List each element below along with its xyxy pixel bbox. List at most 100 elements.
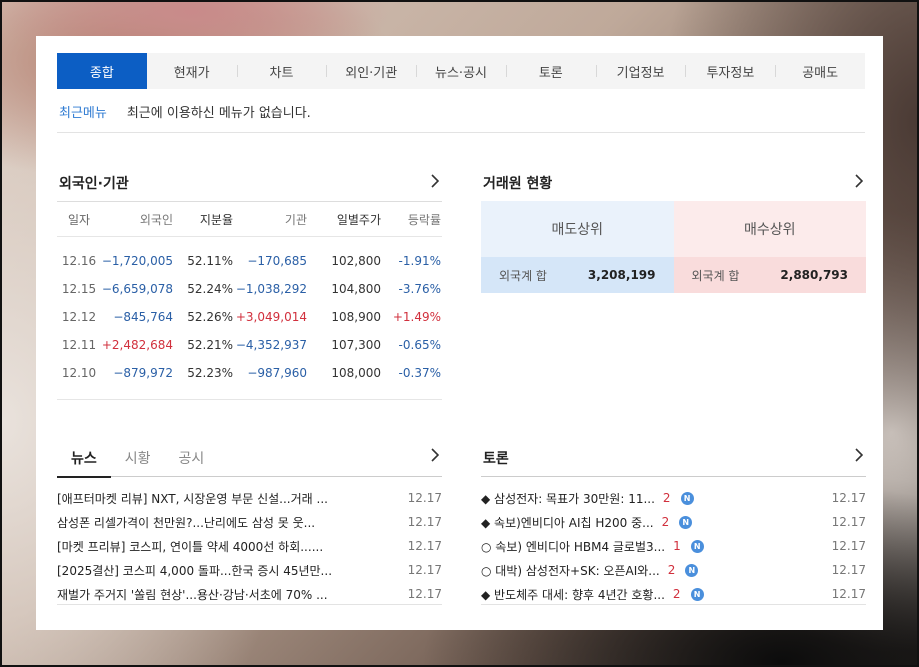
tab-foreign-institution[interactable]: 외인·기관 [326, 53, 416, 89]
news-date: 12.17 [407, 491, 442, 505]
list-item[interactable]: 재벌가 주거지 '쏠림 현상'...용산·강남·서초에 70% ... 12.1… [57, 582, 442, 606]
news-title[interactable]: [마켓 프리뷰] 코스피, 연이틀 약세 4000선 하회...... [57, 538, 402, 555]
cell-foreign: −879,972 [113, 366, 173, 380]
chevron-right-icon[interactable] [431, 448, 441, 462]
tab-investment-info[interactable]: 투자정보 [685, 53, 775, 89]
comment-count: 2 [661, 515, 670, 529]
cell-ratio: 52.26% [187, 310, 233, 324]
comment-count: 2 [672, 587, 681, 601]
top-buyers-label: 매수상위 [673, 201, 866, 257]
table-row: 12.11 +2,482,684 52.21% −4,352,937 107,3… [57, 331, 442, 359]
news-title[interactable]: [2025결산] 코스피 4,000 돌파...한국 증시 45년만... [57, 562, 402, 579]
cell-change: +1.49% [392, 310, 441, 324]
new-badge-icon: N [690, 539, 704, 553]
comment-count: 1 [673, 539, 681, 553]
news-list: [애프터마켓 리뷰] NXT, 시장운영 부문 신설...거래 ... 12.1… [57, 486, 442, 606]
news-tabs: 뉴스 시황 공시 [57, 439, 442, 478]
discussion-date: 12.17 [831, 563, 866, 577]
foreign-total-label: 외국계 합 [499, 268, 547, 283]
discussion-title[interactable]: ○ 속보) 엔비디아 HBM4 글로벌3... [481, 538, 665, 555]
top-sellers-label: 매도상위 [481, 201, 674, 257]
top-buyers: 매수상위 외국계 합 2,880,793 [673, 201, 866, 295]
discussion-title[interactable]: ○ 대박) 삼성전자+SK: 오픈AI와... [481, 562, 660, 579]
tab-news[interactable]: 뉴스 [57, 439, 111, 478]
chevron-right-icon[interactable] [855, 448, 865, 462]
foreign-total-value: 3,208,199 [587, 268, 656, 282]
tab-short-selling[interactable]: 공매도 [775, 53, 865, 89]
cell-foreign: −845,764 [113, 310, 173, 324]
top-sellers: 매도상위 외국계 합 3,208,199 [481, 201, 674, 295]
list-item[interactable]: ○ 대박) 삼성전자+SK: 오픈AI와... 2 N 12.17 [481, 558, 866, 582]
cell-date: 12.10 [61, 366, 97, 380]
cell-date: 12.15 [61, 282, 97, 296]
discussion-date: 12.17 [831, 539, 866, 553]
tab-chart[interactable]: 차트 [236, 53, 327, 89]
list-item[interactable]: ○ 속보) 엔비디아 HBM4 글로벌3... 1 N 12.17 [481, 534, 866, 558]
table-row: 12.12 −845,764 52.26% +3,049,014 108,900… [57, 303, 442, 331]
cell-date: 12.16 [61, 254, 97, 268]
tab-disclosure[interactable]: 공시 [165, 439, 219, 477]
discussion-date: 12.17 [831, 491, 866, 505]
broker-section-title[interactable]: 거래원 현황 [483, 173, 552, 193]
recent-menu: 최근메뉴 최근에 이용하신 메뉴가 없습니다. [59, 102, 311, 121]
tab-market[interactable]: 시황 [111, 439, 165, 477]
stock-tabs: 종합 현재가 차트 외인·기관 뉴스·공시 토론 기업정보 투자정보 공매도 [57, 53, 865, 89]
divider [57, 604, 442, 605]
cell-ratio: 52.11% [187, 254, 233, 268]
list-item[interactable]: ◆ 속보)엔비디아 AI칩 H200 중... 2 N 12.17 [481, 510, 866, 534]
list-item[interactable]: [마켓 프리뷰] 코스피, 연이틀 약세 4000선 하회...... 12.1… [57, 534, 442, 558]
cell-institution: −1,038,292 [235, 282, 307, 296]
table-row: 12.10 −879,972 52.23% −987,960 108,000 -… [57, 359, 442, 387]
cell-institution: −987,960 [247, 366, 307, 380]
cell-institution: +3,049,014 [235, 310, 307, 324]
list-item[interactable]: [애프터마켓 리뷰] NXT, 시장운영 부문 신설...거래 ... 12.1… [57, 486, 442, 510]
comment-count: 2 [662, 491, 671, 505]
tab-overview[interactable]: 종합 [57, 53, 147, 89]
list-item[interactable]: ◆ 삼성전자: 목표가 30만원: 11... 2 N 12.17 [481, 486, 866, 510]
news-title[interactable]: 삼성폰 리셀가격이 천만원?...난리에도 삼성 못 웃... [57, 514, 402, 531]
comment-count: 2 [667, 563, 676, 577]
chevron-right-icon[interactable] [855, 174, 865, 188]
header-institution: 기관 [284, 212, 307, 227]
table-row: 12.16 −1,720,005 52.11% −170,685 102,800… [57, 247, 442, 275]
recent-menu-message: 최근에 이용하신 메뉴가 없습니다. [126, 106, 311, 121]
discussion-title[interactable]: ◆ 속보)엔비디아 AI칩 H200 중... [481, 514, 654, 531]
news-date: 12.17 [407, 515, 442, 529]
investor-section-title[interactable]: 외국인·기관 [59, 173, 129, 193]
header-daily-price: 일별주가 [336, 212, 381, 227]
table-header: 일자 외국인 지분율 기관 일별주가 등락률 [57, 201, 442, 237]
top-buyers-foreign-total: 외국계 합 2,880,793 [673, 257, 866, 293]
discussion-title[interactable]: ◆ 삼성전자: 목표가 30만원: 11... [481, 490, 655, 507]
list-item[interactable]: 삼성폰 리셀가격이 천만원?...난리에도 삼성 못 웃... 12.17 [57, 510, 442, 534]
divider [57, 132, 865, 133]
tab-current-price[interactable]: 현재가 [147, 53, 237, 89]
tab-news-disclosure[interactable]: 뉴스·공시 [416, 53, 506, 89]
cell-price: 107,300 [331, 338, 381, 352]
cell-ratio: 52.23% [187, 366, 233, 380]
discussion-list: ◆ 삼성전자: 목표가 30만원: 11... 2 N 12.17 ◆ 속보)엔… [481, 486, 866, 606]
list-item[interactable]: [2025결산] 코스피 4,000 돌파...한국 증시 45년만... 12… [57, 558, 442, 582]
cell-change: -3.76% [398, 282, 441, 296]
cell-foreign: +2,482,684 [101, 338, 173, 352]
divider [481, 604, 866, 605]
cell-foreign: −1,720,005 [101, 254, 173, 268]
tab-discussion[interactable]: 토론 [505, 53, 596, 89]
header-foreign: 외국인 [139, 212, 173, 227]
discussion-title[interactable]: ◆ 반도체주 대세: 향후 4년간 호황... [481, 586, 665, 603]
discussion-date: 12.17 [831, 587, 866, 601]
cell-change: -1.91% [398, 254, 441, 268]
header-date: 일자 [67, 212, 91, 227]
news-title[interactable]: [애프터마켓 리뷰] NXT, 시장운영 부문 신설...거래 ... [57, 490, 402, 507]
cell-ratio: 52.21% [187, 338, 233, 352]
list-item[interactable]: ◆ 반도체주 대세: 향후 4년간 호황... 2 N 12.17 [481, 582, 866, 606]
cell-ratio: 52.24% [187, 282, 233, 296]
cell-date: 12.11 [61, 338, 97, 352]
discussion-section-title[interactable]: 토론 [483, 448, 509, 468]
recent-menu-label: 최근메뉴 [59, 106, 107, 121]
chevron-right-icon[interactable] [431, 174, 441, 188]
foreign-total-value: 2,880,793 [780, 268, 848, 282]
cell-institution: −170,685 [247, 254, 307, 268]
news-title[interactable]: 재벌가 주거지 '쏠림 현상'...용산·강남·서초에 70% ... [57, 586, 402, 603]
cell-change: -0.65% [398, 338, 441, 352]
tab-company-info[interactable]: 기업정보 [595, 53, 686, 89]
